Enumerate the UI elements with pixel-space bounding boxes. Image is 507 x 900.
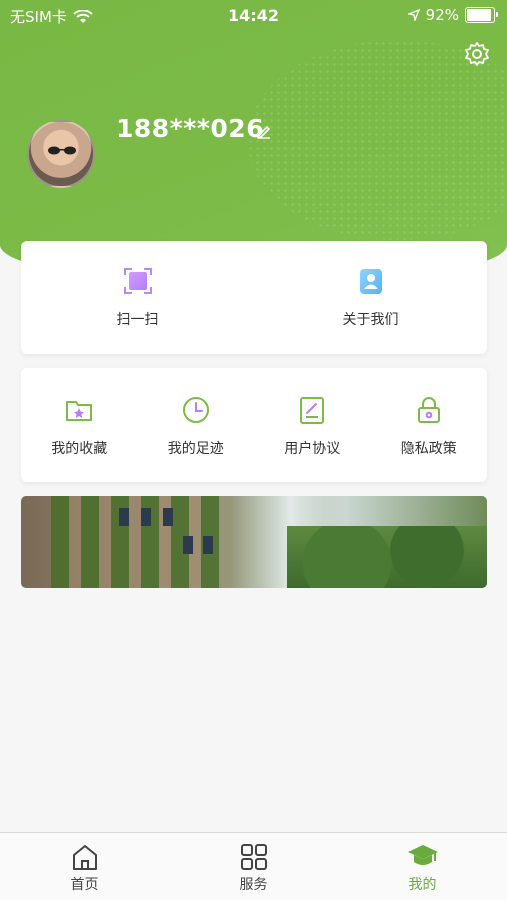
battery-percent: 92% xyxy=(425,6,459,24)
contact-icon xyxy=(359,269,382,294)
campus-banner-image[interactable] xyxy=(21,496,487,588)
privacy-policy-button[interactable]: 隐私政策 xyxy=(371,368,488,482)
my-history-button[interactable]: 我的足迹 xyxy=(138,368,255,482)
avatar-photo xyxy=(48,146,76,155)
banner-photo xyxy=(51,496,221,588)
lock-icon xyxy=(417,397,440,423)
banner-photo-detail xyxy=(119,508,129,526)
tab-home-label: 首页 xyxy=(70,877,99,893)
status-bar: 无SIM卡 14:42 92% xyxy=(0,0,507,32)
location-arrow-icon xyxy=(407,9,420,21)
banner-photo-detail xyxy=(183,536,193,554)
quick-actions-card: 扫一扫 关于我们 xyxy=(21,241,487,354)
tab-mine-label: 我的 xyxy=(408,877,437,893)
privacy-policy-label: 隐私政策 xyxy=(400,441,457,457)
tab-home[interactable]: 首页 xyxy=(0,833,169,900)
about-us-button[interactable]: 关于我们 xyxy=(254,241,487,354)
settings-gear-icon[interactable] xyxy=(463,40,491,68)
clock-icon xyxy=(182,397,209,423)
bottom-tab-bar: 首页 服务 我的 xyxy=(0,832,507,900)
about-us-label: 关于我们 xyxy=(342,312,399,328)
battery-icon xyxy=(465,7,498,23)
home-icon xyxy=(72,845,97,870)
menu-card: 我的收藏 我的足迹 用户协议 隐私政策 xyxy=(21,368,487,482)
user-agreement-button[interactable]: 用户协议 xyxy=(254,368,371,482)
banner-photo-detail xyxy=(163,508,173,526)
scan-icon xyxy=(123,268,152,294)
grid-icon xyxy=(240,844,267,870)
tab-mine[interactable]: 我的 xyxy=(338,833,507,900)
avatar[interactable] xyxy=(27,120,95,188)
user-agreement-label: 用户协议 xyxy=(284,441,341,457)
header-pattern xyxy=(247,40,507,240)
scan-label: 扫一扫 xyxy=(116,312,159,328)
favorite-folder-icon xyxy=(66,401,93,421)
my-history-label: 我的足迹 xyxy=(167,441,224,457)
graduation-cap-icon xyxy=(407,845,438,865)
my-favorites-label: 我的收藏 xyxy=(51,441,108,457)
scan-button[interactable]: 扫一扫 xyxy=(21,241,254,354)
banner-photo-detail xyxy=(287,526,487,588)
user-phone: 188***026 xyxy=(116,114,265,143)
banner-photo-detail xyxy=(141,508,151,526)
edit-pencil-icon[interactable] xyxy=(256,123,272,139)
banner-photo-detail xyxy=(203,536,213,554)
my-favorites-button[interactable]: 我的收藏 xyxy=(21,368,138,482)
agreement-icon xyxy=(300,397,325,424)
tab-services[interactable]: 服务 xyxy=(169,833,338,900)
tab-services-label: 服务 xyxy=(239,877,268,893)
